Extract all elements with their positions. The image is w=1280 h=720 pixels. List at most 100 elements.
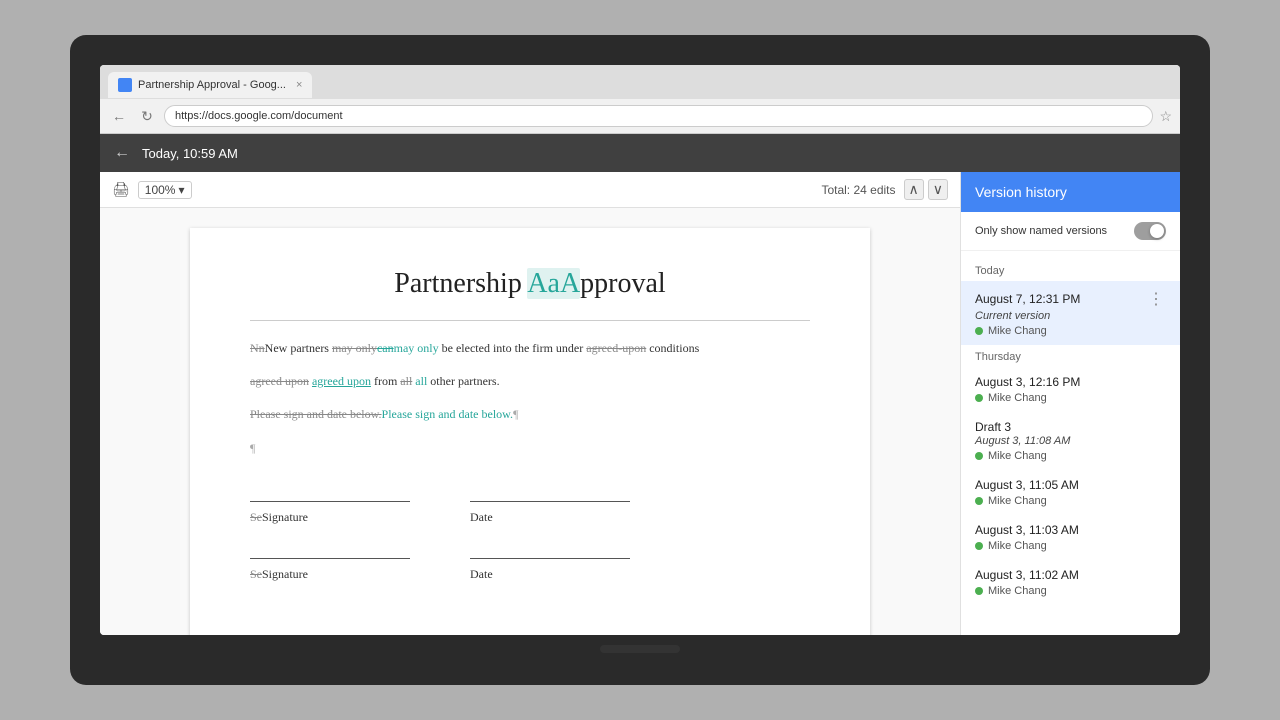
version-author-4: Mike Chang: [975, 495, 1166, 507]
date-field-2: Date: [470, 545, 630, 582]
sig-line-2: [250, 545, 410, 559]
version-item-3-header: Draft 3: [975, 420, 1166, 434]
doc-page-container: Partnership AaApproval NnNew partners ma…: [100, 208, 960, 635]
author-dot-2: [975, 394, 983, 402]
sig-label-2: SeSignature: [250, 567, 410, 582]
sig-label-1: SeSignature: [250, 510, 410, 525]
version-time-6: August 3, 11:02 AM: [975, 568, 1079, 582]
zoom-arrow-icon: ▾: [178, 183, 184, 197]
doc-body-4: ¶: [250, 439, 810, 458]
version-item-4-header: August 3, 11:05 AM: [975, 478, 1166, 492]
version-panel-title: Version history: [975, 184, 1067, 200]
date-line-1: [470, 488, 630, 502]
body-strike-sign: Please sign and date below.: [250, 407, 382, 421]
author-dot-4: [975, 497, 983, 505]
version-list: Today August 7, 12:31 PM ⋮ Current versi…: [961, 251, 1180, 635]
version-time-5: August 3, 11:03 AM: [975, 523, 1079, 537]
author-name-5: Mike Chang: [988, 540, 1047, 552]
author-dot-6: [975, 587, 983, 595]
sig-row-2: SeSignature Date: [250, 545, 810, 582]
version-name-1: Current version: [975, 310, 1166, 322]
tab-label: Partnership Approval - Goog...: [138, 79, 286, 91]
tab-bar: Partnership Approval - Goog... ×: [100, 65, 1180, 99]
author-name-6: Mike Chang: [988, 585, 1047, 597]
version-name-3: August 3, 11:08 AM: [975, 435, 1166, 447]
doc-secondary-toolbar: 🖨 100% ▾ Total: 24 edits ∧ ∨: [100, 172, 960, 208]
edit-count: Total: 24 edits: [821, 183, 895, 197]
date-field-1: Date: [470, 488, 630, 525]
address-input[interactable]: [164, 105, 1153, 127]
doc-body-3: Please sign and date below.Please sign a…: [250, 405, 810, 424]
toggle-label: Only show named versions: [975, 224, 1126, 238]
doc-divider: [250, 320, 810, 321]
signature-section: SeSignature Date: [250, 488, 810, 582]
body-teal-agreed: agreed upon: [312, 374, 371, 388]
version-item-2[interactable]: August 3, 12:16 PM Mike Chang: [961, 367, 1180, 412]
screen: Partnership Approval - Goog... × ← ↻ ☆ ←…: [100, 65, 1180, 635]
browser-chrome: Partnership Approval - Goog... × ← ↻ ☆: [100, 65, 1180, 134]
author-name-3: Mike Chang: [988, 450, 1047, 462]
version-time-4: August 3, 11:05 AM: [975, 478, 1079, 492]
version-author-6: Mike Chang: [975, 585, 1166, 597]
prev-edit-button[interactable]: ∧: [904, 179, 924, 200]
body-teal-all: all: [415, 374, 427, 388]
body-strikethrough-teal: can: [377, 341, 394, 355]
refresh-button[interactable]: ↻: [136, 105, 158, 127]
named-versions-toggle[interactable]: [1134, 222, 1166, 240]
version-item-5[interactable]: August 3, 11:03 AM Mike Chang: [961, 515, 1180, 560]
version-more-button-1[interactable]: ⋮: [1146, 289, 1166, 309]
version-author-3: Mike Chang: [975, 450, 1166, 462]
title-highlight: AaA: [527, 268, 580, 299]
thursday-section-label: Thursday: [961, 345, 1180, 367]
back-arrow-button[interactable]: ←: [114, 144, 130, 162]
version-toggle-row: Only show named versions: [961, 212, 1180, 251]
version-author-1: Mike Chang: [975, 325, 1166, 337]
nav-arrows: ∧ ∨: [904, 179, 949, 200]
version-item-3[interactable]: Draft 3 August 3, 11:08 AM Mike Chang: [961, 412, 1180, 470]
version-item-4[interactable]: August 3, 11:05 AM Mike Chang: [961, 470, 1180, 515]
version-item-1[interactable]: August 7, 12:31 PM ⋮ Current version Mik…: [961, 281, 1180, 345]
body-teal-sign: Please sign and date below.: [382, 407, 514, 421]
version-item-2-header: August 3, 12:16 PM: [975, 375, 1166, 389]
version-panel: Version history Only show named versions…: [960, 172, 1180, 635]
author-dot-1: [975, 327, 983, 335]
version-time-1: August 7, 12:31 PM: [975, 292, 1080, 306]
doc-page-title: Partnership AaApproval: [250, 268, 810, 300]
body-strikethrough-1: Nn: [250, 341, 265, 355]
sig-field-2: SeSignature: [250, 545, 410, 582]
date-label-2: Date: [470, 567, 630, 582]
bookmark-icon[interactable]: ☆: [1159, 108, 1172, 125]
version-item-6[interactable]: August 3, 11:02 AM Mike Chang: [961, 560, 1180, 605]
body-strikethrough-3: agreed-upon: [586, 341, 646, 355]
body-strike-all: all: [400, 374, 412, 388]
doc-body-1: NnNew partners may onlycanmay only be el…: [250, 339, 810, 358]
sig-strike-2: Se: [250, 567, 262, 581]
main-area: 🖨 100% ▾ Total: 24 edits ∧ ∨: [100, 172, 1180, 635]
author-name-4: Mike Chang: [988, 495, 1047, 507]
zoom-value: 100%: [145, 183, 176, 197]
version-time-3: Draft 3: [975, 420, 1011, 434]
paragraph-mark-2: ¶: [250, 441, 255, 455]
author-name-1: Mike Chang: [988, 325, 1047, 337]
version-author-5: Mike Chang: [975, 540, 1166, 552]
sig-line-1: [250, 488, 410, 502]
browser-tab[interactable]: Partnership Approval - Goog... ×: [108, 72, 312, 98]
paragraph-mark-1: ¶: [513, 407, 518, 421]
back-button[interactable]: ←: [108, 105, 130, 127]
print-icon[interactable]: 🖨: [112, 181, 130, 198]
tab-close-button[interactable]: ×: [296, 79, 302, 91]
author-dot-3: [975, 452, 983, 460]
zoom-control[interactable]: 100% ▾: [138, 181, 192, 199]
sig-field-1: SeSignature: [250, 488, 410, 525]
doc-area: 🖨 100% ▾ Total: 24 edits ∧ ∨: [100, 172, 960, 635]
laptop-frame: Partnership Approval - Goog... × ← ↻ ☆ ←…: [70, 35, 1210, 685]
next-edit-button[interactable]: ∨: [928, 179, 948, 200]
doc-body-2: agreed upon agreed upon from all all oth…: [250, 372, 810, 391]
date-line-2: [470, 545, 630, 559]
doc-edit-time: Today, 10:59 AM: [142, 146, 238, 161]
doc-page: Partnership AaApproval NnNew partners ma…: [190, 228, 870, 635]
date-label-1: Date: [470, 510, 630, 525]
version-time-2: August 3, 12:16 PM: [975, 375, 1080, 389]
version-item-1-header: August 7, 12:31 PM ⋮: [975, 289, 1166, 309]
body-teal-1: may only: [394, 341, 439, 355]
